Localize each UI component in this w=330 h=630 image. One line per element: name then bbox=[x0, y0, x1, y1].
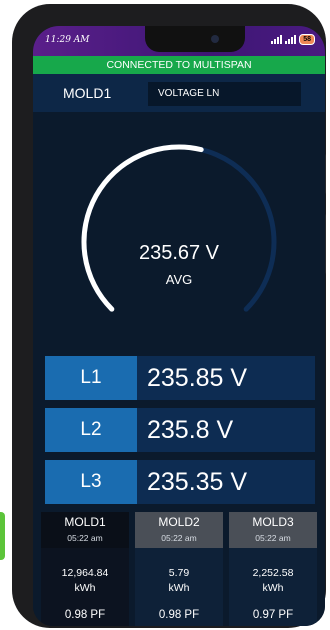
phone-frame: 11:29 AM 58 CONNECTED TO MULTISPAN MOLD1… bbox=[12, 4, 326, 628]
mold-header: MOLD1 VOLTAGE LN bbox=[33, 74, 325, 112]
average-voltage: 235.67 V bbox=[138, 242, 220, 264]
power-factor: 0.98 PF bbox=[64, 609, 106, 621]
phase-row-l1: L1 235.85 V bbox=[45, 356, 315, 400]
signal-icon bbox=[285, 35, 297, 44]
parameter-selector[interactable]: VOLTAGE LN bbox=[148, 82, 301, 106]
app-screen: 11:29 AM 58 CONNECTED TO MULTISPAN MOLD1… bbox=[33, 26, 325, 626]
voltage-gauge: 235.67 V AVG bbox=[33, 114, 325, 354]
phase-voltage: 235.8 V bbox=[147, 416, 234, 444]
energy-value: 5.79 bbox=[168, 567, 190, 579]
camera-notch bbox=[145, 26, 245, 52]
phase-label: L3 bbox=[45, 460, 137, 504]
status-icons: 58 bbox=[271, 34, 315, 45]
gauge-arc bbox=[81, 144, 277, 312]
tab-mold2[interactable]: MOLD2 05:22 am 5.79 kWh 0.98 PF bbox=[135, 512, 223, 626]
signal-icon bbox=[271, 35, 283, 44]
energy-unit: kWh bbox=[74, 582, 96, 594]
phase-label: L2 bbox=[45, 408, 137, 452]
side-accent bbox=[0, 512, 5, 560]
energy-value: 12,964.84 bbox=[61, 567, 109, 579]
phase-voltage: 235.85 V bbox=[147, 364, 248, 392]
tab-title: MOLD2 bbox=[158, 515, 200, 529]
connection-banner: CONNECTED TO MULTISPAN bbox=[33, 56, 325, 74]
mold-title: MOLD1 bbox=[63, 85, 112, 101]
tab-header: MOLD2 05:22 am bbox=[135, 512, 223, 548]
tab-time: 05:22 am bbox=[161, 533, 197, 543]
camera-icon bbox=[211, 35, 219, 43]
tab-header: MOLD3 05:22 am bbox=[229, 512, 317, 548]
power-factor: 0.97 PF bbox=[252, 609, 294, 621]
phase-label: L1 bbox=[45, 356, 137, 400]
energy-value: 2,252.58 bbox=[252, 567, 294, 579]
phase-voltage: 235.35 V bbox=[147, 468, 248, 496]
tab-mold1[interactable]: MOLD1 05:22 am 12,964.84 kWh 0.98 PF bbox=[41, 512, 129, 626]
tab-header: MOLD1 05:22 am bbox=[41, 512, 129, 548]
phase-row-l3: L3 235.35 V bbox=[45, 460, 315, 504]
mold-tabs: MOLD1 05:22 am 12,964.84 kWh 0.98 PF MOL… bbox=[33, 512, 325, 626]
power-factor: 0.98 PF bbox=[158, 609, 200, 621]
phase-row-l2: L2 235.8 V bbox=[45, 408, 315, 452]
status-time: 11:29 AM bbox=[45, 35, 90, 45]
energy-unit: kWh bbox=[262, 582, 284, 594]
tab-time: 05:22 am bbox=[255, 533, 291, 543]
energy-unit: kWh bbox=[168, 582, 190, 594]
tab-title: MOLD1 bbox=[64, 515, 106, 529]
tab-time: 05:22 am bbox=[67, 533, 103, 543]
average-label: AVG bbox=[165, 272, 193, 287]
battery-icon: 58 bbox=[299, 34, 315, 45]
tab-title: MOLD3 bbox=[252, 515, 294, 529]
tab-mold3[interactable]: MOLD3 05:22 am 2,252.58 kWh 0.97 PF bbox=[229, 512, 317, 626]
